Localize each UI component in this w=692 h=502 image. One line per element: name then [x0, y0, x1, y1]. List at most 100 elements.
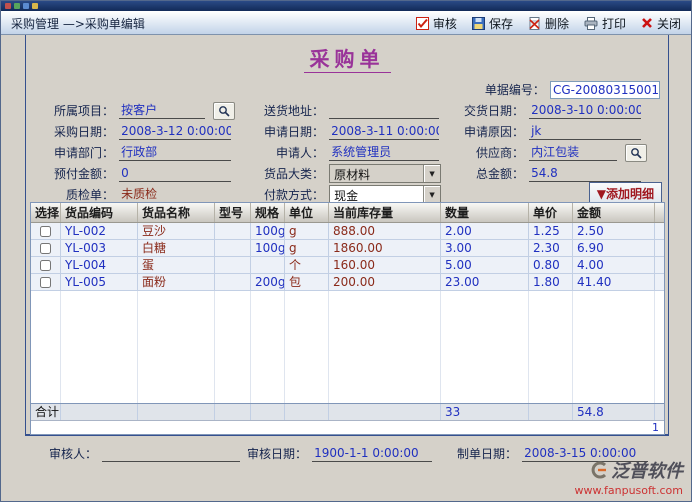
row-select-cell [31, 240, 61, 257]
cell-name: 豆沙 [138, 223, 215, 240]
save-button-label: 保存 [489, 15, 513, 32]
col-header-filler [655, 203, 664, 222]
cell-price: 1.80 [529, 274, 573, 291]
auditor-input[interactable] [102, 445, 240, 462]
qc-sheet-value: 未质检 [119, 186, 231, 203]
field-delivery-address: 送货地址： [254, 100, 439, 120]
delivery-date-label: 交货日期： [450, 102, 524, 119]
toolbar-buttons: 审核 保存 删除 打印 关闭 [416, 15, 691, 32]
titlebar-app-icon [23, 3, 29, 9]
field-applicant: 申请人： 系统管理员 [254, 142, 439, 162]
audit-date-label: 审核日期： [241, 445, 307, 462]
cell-amount: 2.50 [573, 223, 655, 240]
prepaid-amount-label: 预付金额： [36, 165, 114, 182]
row-select-checkbox[interactable] [40, 226, 51, 237]
col-header-select: 选择 [31, 203, 61, 222]
payment-label: 付款方式： [254, 186, 324, 203]
supplier-lookup-button[interactable] [625, 144, 647, 162]
make-date-label: 制单日期： [451, 445, 517, 462]
field-apply-date: 申请日期： 2008-3-11 0:00:00 [254, 121, 439, 141]
delivery-date-input[interactable]: 2008-3-10 0:00:00 [529, 102, 641, 119]
row-select-cell [31, 274, 61, 291]
breadcrumb: 采购管理 —>采购单编辑 [1, 15, 416, 32]
vendor-url: www.fanpusoft.com [575, 484, 683, 497]
table-row: YL-005 面粉 200g 包 200.00 23.00 1.80 41.40 [31, 274, 664, 291]
field-delivery-date: 交货日期： 2008-3-10 0:00:00 [450, 100, 641, 120]
total-label: 合计 [31, 404, 61, 420]
cell-spec: 200g [251, 274, 285, 291]
category-select-value: 原材料 [330, 165, 423, 182]
cell-name: 面粉 [138, 274, 215, 291]
apply-date-label: 申请日期： [254, 123, 324, 140]
supplier-input[interactable]: 内江包装 [529, 144, 617, 161]
delivery-address-input[interactable] [329, 102, 439, 119]
cell-qty: 3.00 [441, 240, 529, 257]
row-select-cell [31, 223, 61, 240]
cell-code: YL-004 [61, 257, 138, 274]
titlebar-app-icon [32, 3, 38, 9]
purchase-date-input[interactable]: 2008-3-12 0:00:00 [119, 123, 231, 140]
project-input[interactable]: 按客户 [119, 102, 205, 119]
titlebar-app-icon [5, 3, 11, 9]
field-audit-date: 审核日期： 1900-1-1 0:00:00 [241, 443, 432, 463]
apply-date-input[interactable]: 2008-3-11 0:00:00 [329, 123, 439, 140]
project-label: 所属项目： [36, 102, 114, 119]
apply-dept-label: 申请部门： [36, 144, 114, 161]
field-purchase-date: 采购日期： 2008-3-12 0:00:00 [36, 121, 231, 141]
cell-price: 2.30 [529, 240, 573, 257]
table-header-row: 选择 货品编码 货品名称 型号 规格 单位 当前库存量 数量 单价 金额 [31, 203, 664, 223]
save-button[interactable]: 保存 [472, 15, 513, 32]
save-icon [472, 17, 485, 30]
close-button[interactable]: 关闭 [641, 15, 681, 32]
vendor-watermark: 泛普软件 www.fanpusoft.com [575, 457, 683, 497]
doc-no-input[interactable]: CG-20080315001 [550, 81, 660, 99]
row-select-checkbox[interactable] [40, 260, 51, 271]
print-button[interactable]: 打印 [584, 15, 626, 32]
fanpu-logo-icon [589, 461, 609, 479]
cell-code: YL-003 [61, 240, 138, 257]
delete-button[interactable]: 删除 [528, 15, 569, 32]
window-titlebar [1, 1, 691, 11]
magnifier-icon [630, 147, 642, 159]
cell-amount: 41.40 [573, 274, 655, 291]
field-category: 货品大类： 原材料 ▼ [254, 163, 441, 183]
table-empty-area [31, 291, 664, 403]
doc-no-label: 单据编号： [485, 81, 545, 98]
cell-amount: 4.00 [573, 257, 655, 274]
close-icon [641, 17, 653, 29]
row-select-checkbox[interactable] [40, 243, 51, 254]
field-qc-sheet: 质检单： 未质检 [36, 184, 231, 204]
items-table: 选择 货品编码 货品名称 型号 规格 单位 当前库存量 数量 单价 金额 YL-… [30, 202, 665, 435]
field-apply-dept: 申请部门： 行政部 [36, 142, 231, 162]
col-header-qty: 数量 [441, 203, 529, 222]
cell-price: 0.80 [529, 257, 573, 274]
table-total-row: 合计 33 54.8 [31, 403, 664, 420]
audit-button[interactable]: 审核 [416, 15, 457, 32]
purchase-date-label: 采购日期： [36, 123, 114, 140]
auditor-label: 审核人： [35, 445, 97, 462]
cell-stock: 888.00 [329, 223, 441, 240]
category-select[interactable]: 原材料 ▼ [329, 164, 441, 183]
row-select-checkbox[interactable] [40, 277, 51, 288]
close-button-label: 关闭 [657, 15, 681, 32]
form-panel: 采购单 单据编号： CG-20080315001 所属项目： 按客户 送货地址：… [25, 35, 669, 436]
col-header-amount: 金额 [573, 203, 655, 222]
cell-name: 白糖 [138, 240, 215, 257]
cell-qty: 5.00 [441, 257, 529, 274]
project-lookup-button[interactable] [213, 102, 235, 120]
apply-dept-input[interactable]: 行政部 [119, 144, 231, 161]
field-project: 所属项目： 按客户 [36, 100, 235, 120]
cell-model [215, 257, 251, 274]
cell-unit: g [285, 240, 329, 257]
applicant-label: 申请人： [254, 144, 324, 161]
apply-reason-input[interactable]: jk [529, 123, 641, 140]
applicant-input[interactable]: 系统管理员 [329, 144, 439, 161]
table-row: YL-002 豆沙 100g g 888.00 2.00 1.25 2.50 [31, 223, 664, 240]
cell-unit: 个 [285, 257, 329, 274]
prepaid-amount-input[interactable]: 0 [119, 165, 231, 182]
field-apply-reason: 申请原因： jk [450, 121, 641, 141]
field-prepaid-amount: 预付金额： 0 [36, 163, 231, 183]
supplier-label: 供应商： [450, 144, 524, 161]
payment-select-value: 现金 [330, 186, 423, 203]
field-auditor: 审核人： [35, 443, 240, 463]
